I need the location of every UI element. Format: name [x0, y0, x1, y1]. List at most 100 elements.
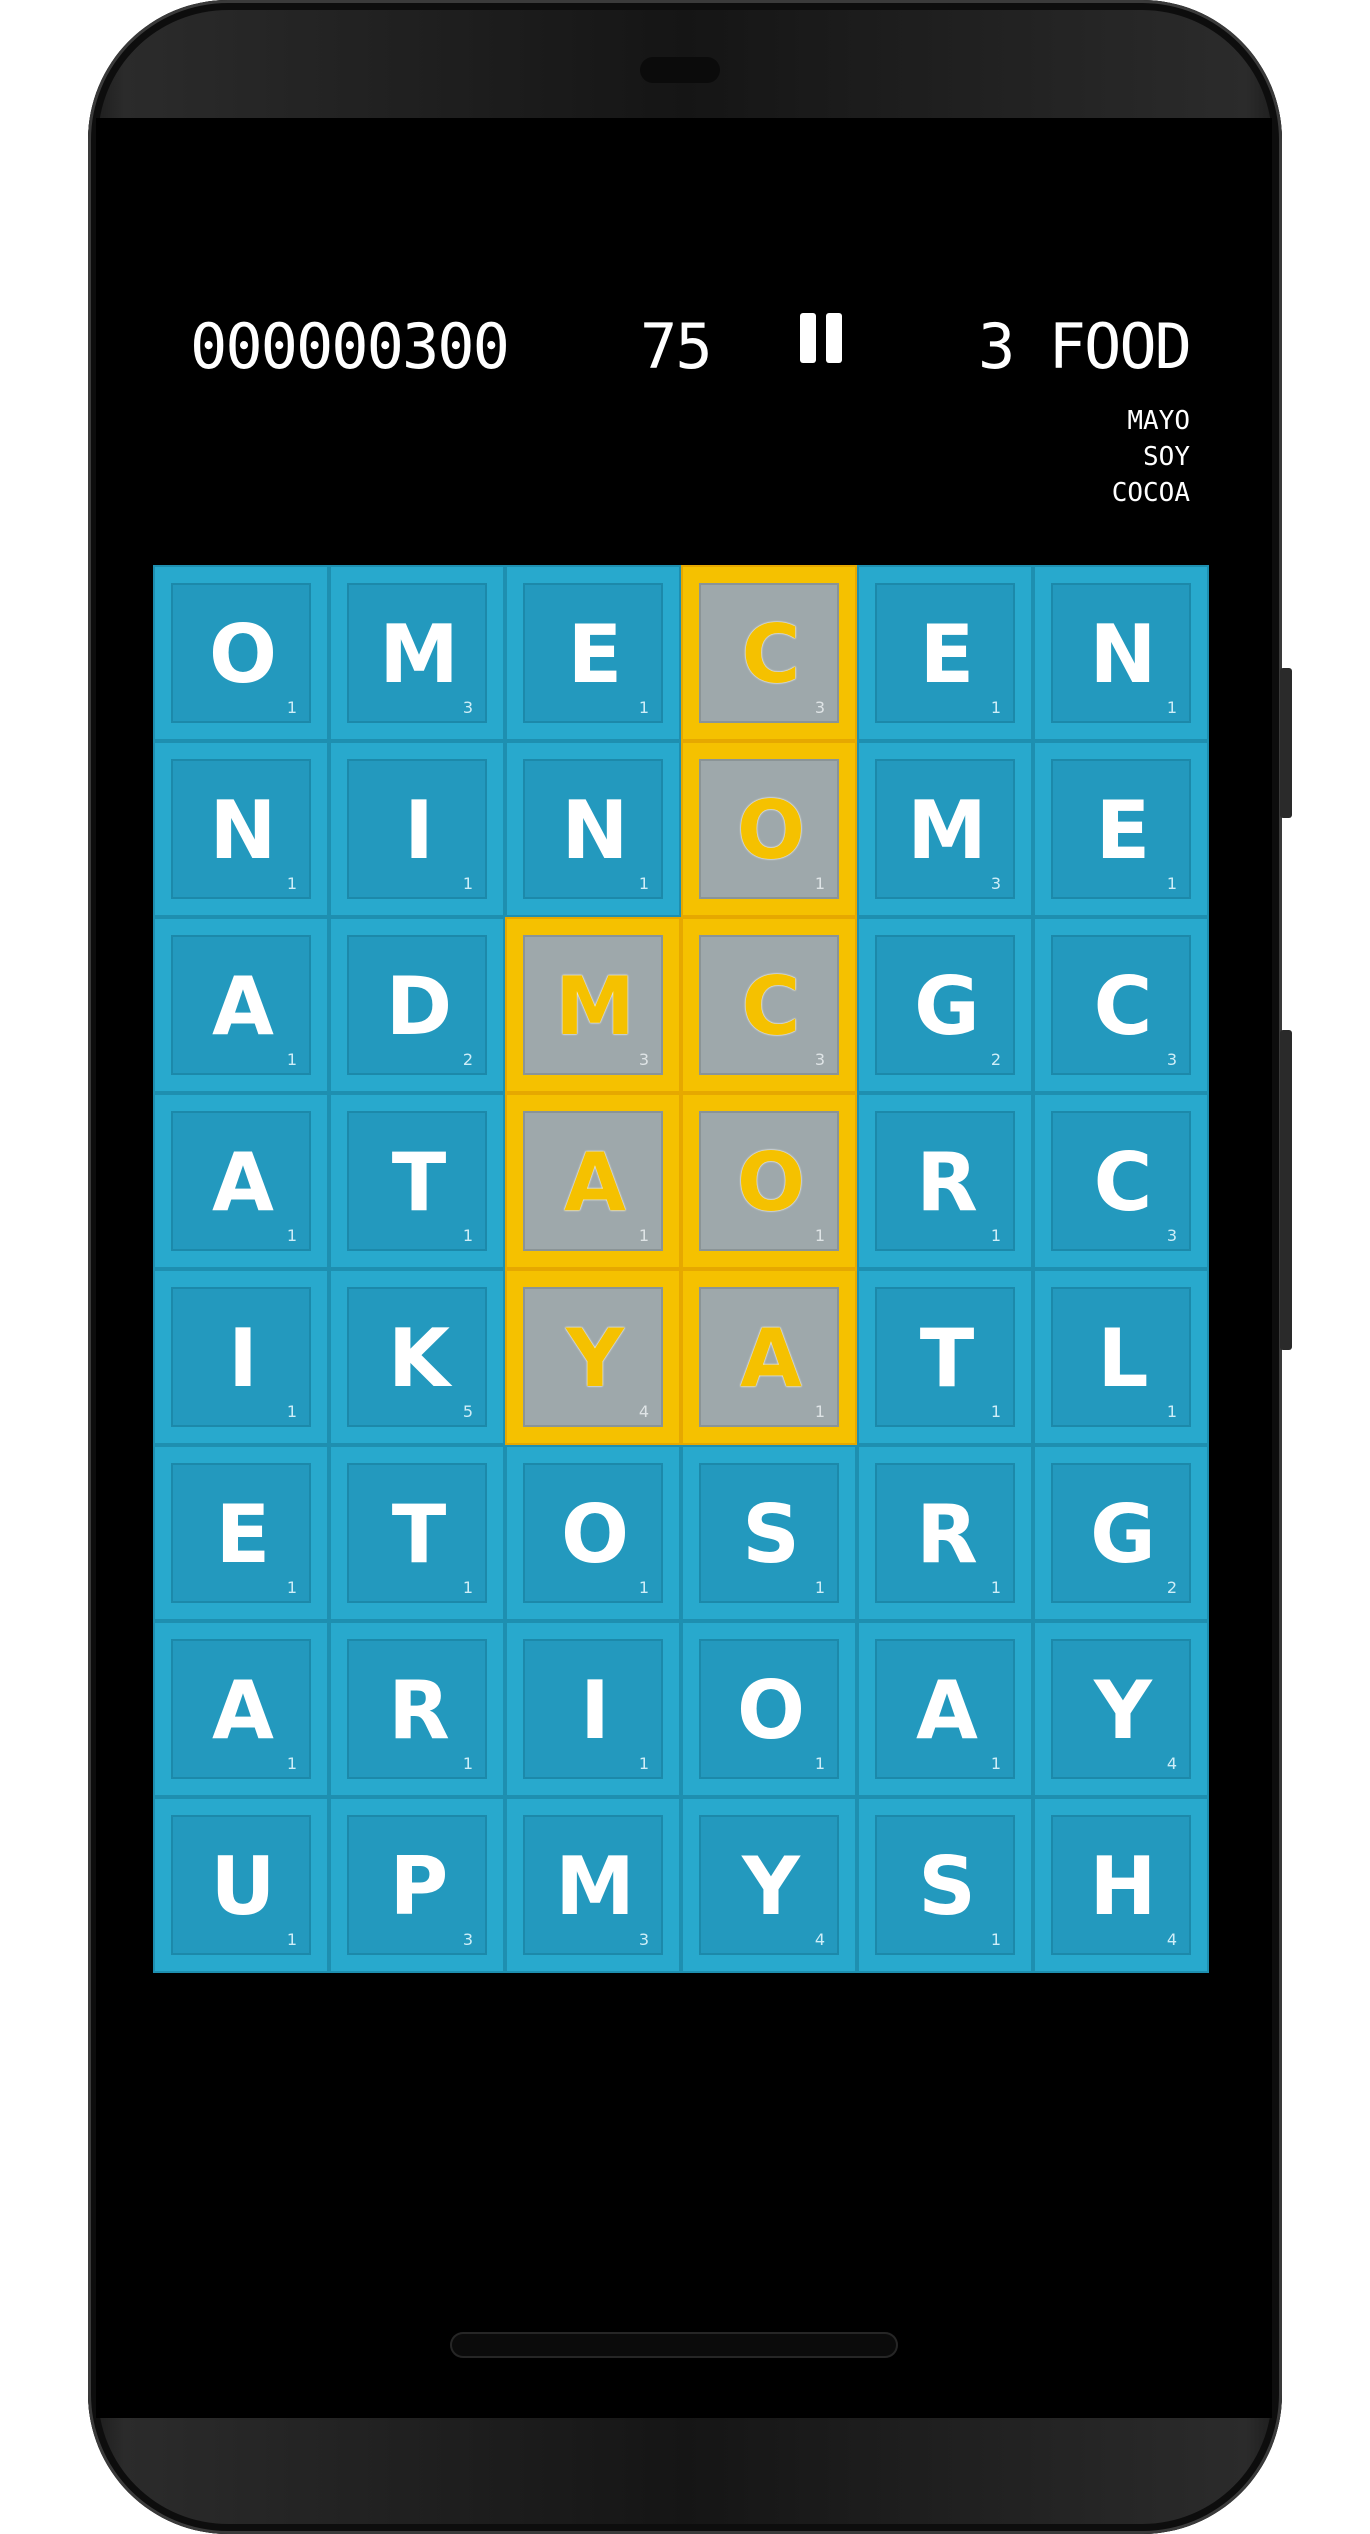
letter-tile[interactable]: L1 — [1033, 1269, 1209, 1445]
tile-letter: I — [228, 1312, 258, 1405]
letter-tile-selected[interactable]: Y4 — [505, 1269, 681, 1445]
tile-letter: E — [919, 608, 975, 701]
letter-tile[interactable]: A1 — [153, 1093, 329, 1269]
letter-tile[interactable]: T1 — [329, 1445, 505, 1621]
tile-points: 1 — [814, 1226, 825, 1245]
tile-points: 1 — [286, 1050, 297, 1069]
letter-tile[interactable]: R1 — [857, 1093, 1033, 1269]
tile-letter: T — [919, 1312, 975, 1405]
tile-points: 1 — [1166, 874, 1177, 893]
letter-tile[interactable]: A1 — [153, 917, 329, 1093]
letter-tile[interactable]: O1 — [153, 565, 329, 741]
tile-points: 1 — [638, 1754, 649, 1773]
tile-letter: O — [736, 1136, 805, 1229]
tile-points: 3 — [462, 1930, 473, 1949]
letter-tile[interactable]: D2 — [329, 917, 505, 1093]
letter-tile[interactable]: M3 — [857, 741, 1033, 917]
found-word: SOY — [1143, 442, 1190, 472]
letter-tile-selected[interactable]: C3 — [681, 565, 857, 741]
tile-points: 1 — [462, 874, 473, 893]
tile-letter: S — [918, 1840, 976, 1933]
letter-tile[interactable]: C3 — [1033, 917, 1209, 1093]
tile-letter: G — [914, 960, 980, 1053]
letter-tile[interactable]: E1 — [505, 565, 681, 741]
tile-points: 2 — [1166, 1578, 1177, 1597]
letter-tile[interactable]: O1 — [505, 1445, 681, 1621]
letter-tile[interactable]: P3 — [329, 1797, 505, 1973]
letter-tile-selected[interactable]: O1 — [681, 1093, 857, 1269]
tile-letter: A — [212, 1136, 274, 1229]
letter-tile[interactable]: U1 — [153, 1797, 329, 1973]
letter-tile[interactable]: I1 — [329, 741, 505, 917]
letter-tile[interactable]: A1 — [857, 1621, 1033, 1797]
score-display: 000000300 — [190, 310, 510, 383]
volume-button — [1280, 1030, 1292, 1350]
tile-points: 3 — [990, 874, 1001, 893]
letter-tile[interactable]: R1 — [857, 1445, 1033, 1621]
letter-grid: O1M3E1C3E1N1N1I1N1O1M3E1A1D2M3C3G2C3A1T1… — [153, 565, 1209, 1973]
letter-tile[interactable]: G2 — [1033, 1445, 1209, 1621]
letter-tile[interactable]: T1 — [857, 1269, 1033, 1445]
letter-tile[interactable]: M3 — [505, 1797, 681, 1973]
tile-points: 2 — [462, 1050, 473, 1069]
letter-tile[interactable]: H4 — [1033, 1797, 1209, 1973]
tile-letter: H — [1089, 1840, 1157, 1933]
letter-tile-selected[interactable]: O1 — [681, 741, 857, 917]
letter-tile[interactable]: Y4 — [1033, 1621, 1209, 1797]
letter-tile-selected[interactable]: A1 — [505, 1093, 681, 1269]
tile-points: 3 — [1166, 1050, 1177, 1069]
letter-tile[interactable]: E1 — [153, 1445, 329, 1621]
tile-letter: E — [567, 608, 623, 701]
tile-points: 1 — [462, 1754, 473, 1773]
letter-tile[interactable]: K5 — [329, 1269, 505, 1445]
letter-tile[interactable]: N1 — [505, 741, 681, 917]
bottom-speaker-grille — [450, 2332, 898, 2358]
letter-tile[interactable]: S1 — [681, 1445, 857, 1621]
found-word: MAYO — [1127, 406, 1190, 436]
tile-points: 1 — [638, 1226, 649, 1245]
letter-tile[interactable]: M3 — [329, 565, 505, 741]
tile-points: 4 — [1166, 1754, 1177, 1773]
letter-tile[interactable]: T1 — [329, 1093, 505, 1269]
tile-letter: R — [916, 1488, 978, 1581]
letter-tile[interactable]: A1 — [153, 1621, 329, 1797]
found-word: COCOA — [1111, 478, 1190, 508]
letter-tile-selected[interactable]: A1 — [681, 1269, 857, 1445]
letter-tile[interactable]: E1 — [1033, 741, 1209, 917]
letter-tile[interactable]: O1 — [681, 1621, 857, 1797]
letter-tile[interactable]: Y4 — [681, 1797, 857, 1973]
tile-letter: U — [210, 1840, 276, 1933]
tile-points: 1 — [990, 698, 1001, 717]
letter-tile[interactable]: S1 — [857, 1797, 1033, 1973]
letter-tile[interactable]: I1 — [505, 1621, 681, 1797]
category-label: 3 FOOD — [978, 310, 1192, 383]
tile-points: 3 — [814, 698, 825, 717]
letter-tile-selected[interactable]: C3 — [681, 917, 857, 1093]
tile-letter: A — [916, 1664, 978, 1757]
letter-tile-selected[interactable]: M3 — [505, 917, 681, 1093]
tile-letter: M — [555, 1840, 635, 1933]
tile-letter: Y — [742, 1840, 800, 1933]
tile-letter: M — [907, 784, 987, 877]
tile-letter: R — [916, 1136, 978, 1229]
tile-points: 4 — [1166, 1930, 1177, 1949]
tile-points: 1 — [286, 1754, 297, 1773]
tile-points: 3 — [1166, 1226, 1177, 1245]
letter-tile[interactable]: N1 — [153, 741, 329, 917]
tile-letter: N — [561, 784, 629, 877]
tile-letter: R — [388, 1664, 450, 1757]
letter-tile[interactable]: E1 — [857, 565, 1033, 741]
tile-letter: I — [404, 784, 434, 877]
tile-points: 1 — [1166, 1402, 1177, 1421]
tile-points: 1 — [814, 1754, 825, 1773]
tile-points: 1 — [286, 1578, 297, 1597]
tile-points: 1 — [286, 1226, 297, 1245]
letter-tile[interactable]: C3 — [1033, 1093, 1209, 1269]
tile-letter: E — [215, 1488, 271, 1581]
tile-points: 1 — [990, 1754, 1001, 1773]
letter-tile[interactable]: N1 — [1033, 565, 1209, 741]
letter-tile[interactable]: G2 — [857, 917, 1033, 1093]
letter-tile[interactable]: R1 — [329, 1621, 505, 1797]
pause-icon[interactable] — [800, 313, 844, 363]
letter-tile[interactable]: I1 — [153, 1269, 329, 1445]
